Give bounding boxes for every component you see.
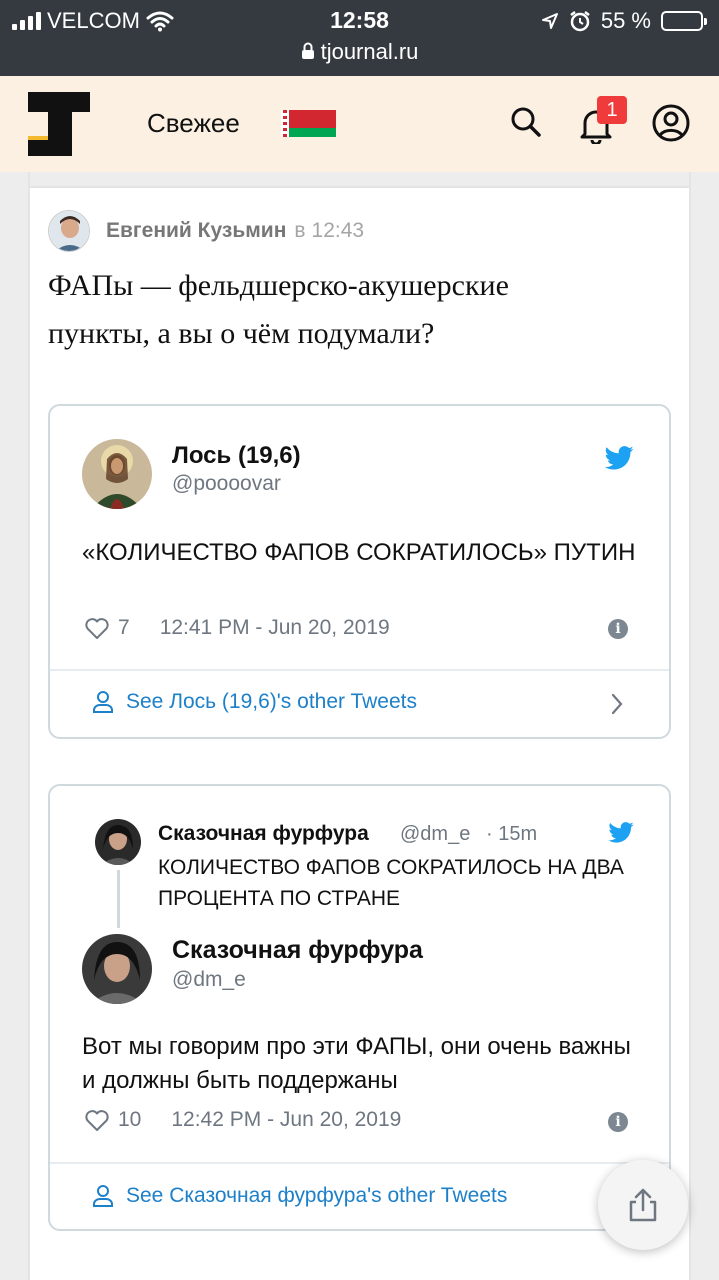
divider [50,1162,669,1164]
url-text: tjournal.ru [320,39,419,64]
tweet-text: Вот мы говорим про эти ФАПЫ, они очень в… [82,1033,631,1094]
see-other-tweets-label: See Сказочная фурфура's other Tweets [126,1184,508,1207]
avatar[interactable] [82,934,152,1004]
avatar[interactable] [82,439,152,509]
battery-percent: 55 % [600,8,651,33]
page: VELCOM 12:58 tjournal.ru 55 % Свежее 1 Е… [0,0,719,1280]
lock-icon [301,42,314,59]
comment-time[interactable]: 12:43 [312,219,365,243]
tweet-author-name[interactable]: Сказочная фурфура [172,936,423,965]
tweet-text: «КОЛИЧЕСТВО ФАПОВ СОКРАТИЛОСЬ» ПУТИН [82,539,636,566]
comment-header: Евгений Кузьмин в 12:43 [48,210,364,252]
like-count: 7 [118,616,130,639]
nav-fresh-link[interactable]: Свежее [147,108,240,139]
notification-badge: 1 [597,96,627,124]
share-button[interactable] [598,1160,688,1250]
tweet-author-name[interactable]: Лось (19,6) [172,442,301,470]
twitter-bird-icon[interactable] [604,446,634,470]
battery-icon [661,11,707,31]
parent-tweet-age[interactable]: · 15m [486,823,537,846]
heart-icon[interactable] [84,1108,110,1132]
parent-tweet-handle[interactable]: @dm_e [400,823,470,846]
parent-tweet-text: КОЛИЧЕСТВО ФАПОВ СОКРАТИЛОСЬ НА ДВА ПРОЦ… [158,856,624,910]
tweet-embed[interactable]: Лось (19,6) @poooovar «КОЛИЧЕСТВО ФАПОВ … [48,404,671,739]
heart-icon[interactable] [84,616,110,640]
site-header: Свежее [0,76,719,172]
tweet-datetime[interactable]: 12:42 PM - Jun 20, 2019 [171,1108,401,1132]
see-other-tweets-label: See Лось (19,6)'s other Tweets [126,690,417,713]
alarm-icon [570,11,590,32]
tj-logo[interactable] [28,92,92,156]
tweet-author-handle[interactable]: @poooovar [172,472,281,496]
info-icon[interactable]: i [608,619,628,639]
status-right: 55 % [541,8,707,34]
belarus-flag-icon[interactable] [281,110,336,137]
tweet-meta: 10 12:42 PM - Jun 20, 2019 [84,1108,401,1132]
divider [50,669,669,671]
url-bar[interactable]: tjournal.ru [0,39,719,65]
tweet-datetime[interactable]: 12:41 PM - Jun 20, 2019 [160,616,390,640]
profile-icon[interactable] [652,104,690,142]
like-count: 10 [118,1108,142,1131]
user-icon [93,691,113,713]
comment-time-prefix: в [294,219,306,242]
divider [30,172,689,188]
twitter-bird-icon[interactable] [608,822,634,843]
share-icon [629,1188,657,1222]
see-other-tweets-link[interactable]: See Лось (19,6)'s other Tweets [92,690,417,714]
location-icon [541,13,558,29]
info-icon[interactable]: i [608,1112,628,1132]
thread-line [117,870,120,928]
tweet-embed[interactable]: Сказочная фурфура @dm_e · 15m КОЛИЧЕСТВО… [48,784,671,1231]
comment-author[interactable]: Евгений Кузьмин [106,219,286,243]
status-bar: VELCOM 12:58 tjournal.ru 55 % [0,0,719,76]
parent-tweet-author[interactable]: Сказочная фурфура [158,822,369,846]
tweet-author-handle[interactable]: @dm_e [172,968,246,992]
see-other-tweets-link[interactable]: See Сказочная фурфура's other Tweets [92,1184,507,1208]
tweet-meta: 7 12:41 PM - Jun 20, 2019 [84,616,390,640]
comment-text: ФАПы — фельдшерско-акушерские пункты, а … [48,269,509,350]
search-icon[interactable] [510,106,542,138]
avatar[interactable] [95,819,141,865]
chevron-right-icon[interactable] [610,693,624,715]
comment-card: Евгений Кузьмин в 12:43 ФАПы — фельдшерс… [28,172,691,1280]
user-icon [93,1185,113,1207]
avatar[interactable] [48,210,90,252]
